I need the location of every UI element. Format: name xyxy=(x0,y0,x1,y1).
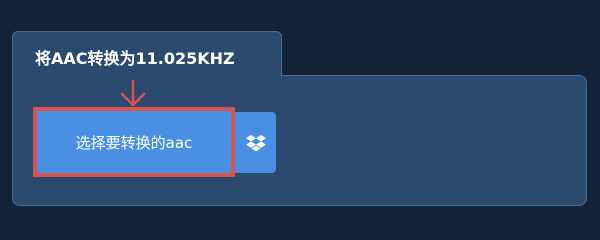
converter-widget: 将AAC转换为11.025KHZ 选择要转换的aac xyxy=(0,0,600,230)
dropbox-button[interactable] xyxy=(235,112,276,173)
converter-tab: 将AAC转换为11.025KHZ xyxy=(12,31,282,77)
choose-file-button[interactable]: 选择要转换的aac xyxy=(37,111,231,173)
dropbox-icon xyxy=(245,134,266,151)
choose-file-label: 选择要转换的aac xyxy=(75,133,193,152)
tab-panel-seam xyxy=(13,74,281,77)
arrow-down-icon xyxy=(120,80,146,107)
tab-title: 将AAC转换为11.025KHZ xyxy=(35,49,235,68)
upload-highlight: 选择要转换的aac xyxy=(33,107,235,177)
